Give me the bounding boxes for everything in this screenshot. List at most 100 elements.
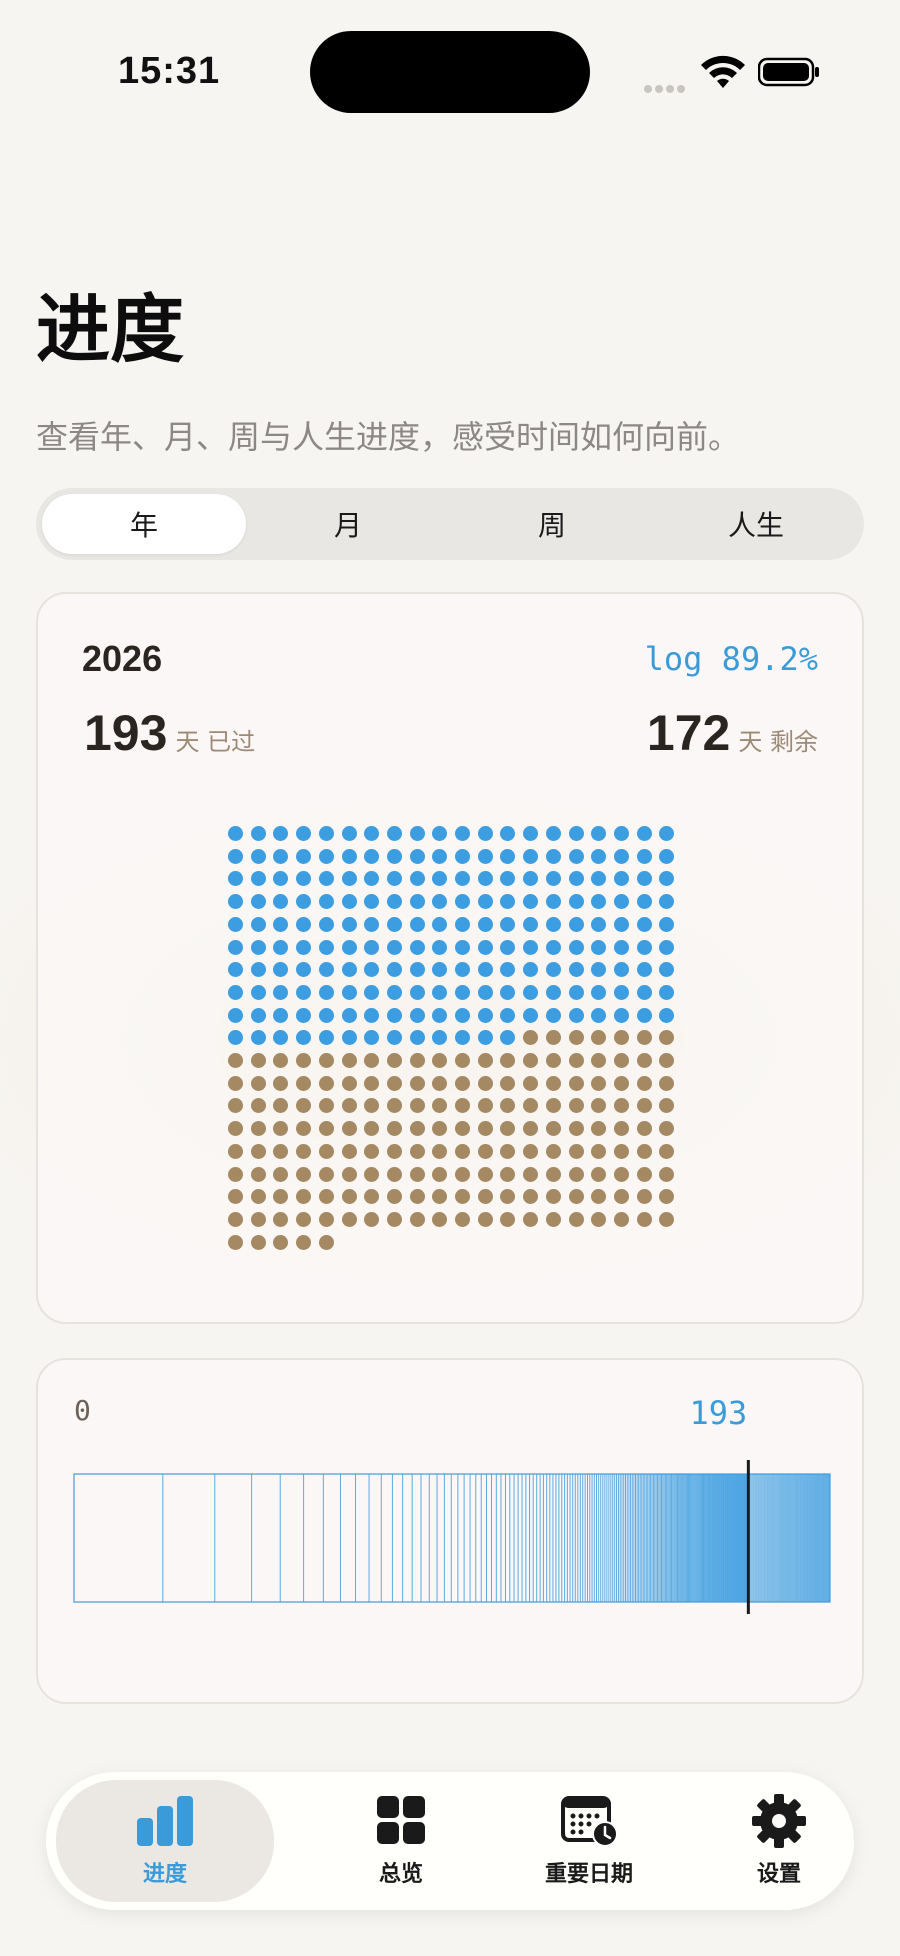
day-dot: [523, 984, 539, 1000]
day-dot: [613, 916, 629, 932]
day-dot: [364, 826, 380, 841]
day-dot: [296, 916, 312, 932]
year-progress-card: 2026 log 89.2% 193 天 已过 172 天 剩余: [36, 592, 864, 1324]
day-dot: [296, 984, 312, 1000]
tab-important-dates[interactable]: 重要日期: [494, 1780, 684, 1902]
cellular-signal-icon: [644, 78, 690, 93]
day-dot: [250, 1166, 266, 1182]
day-dot: [636, 894, 652, 910]
day-dot: [273, 1143, 289, 1159]
day-dot: [636, 1030, 652, 1046]
day-dot: [477, 916, 493, 932]
day-dot: [341, 916, 357, 932]
day-dot: [296, 962, 312, 978]
gear-icon: [752, 1794, 806, 1848]
day-dot: [386, 1121, 402, 1137]
segment-life[interactable]: 人生: [654, 494, 858, 554]
day-dot: [273, 1234, 289, 1250]
tab-bar: 进度 总览 重要日期 设置: [46, 1772, 854, 1910]
day-dot: [659, 871, 675, 887]
segment-year[interactable]: 年: [42, 494, 246, 554]
day-dot: [523, 1098, 539, 1114]
day-dot: [386, 1098, 402, 1114]
day-dot: [318, 1211, 334, 1227]
day-dot: [568, 1075, 584, 1091]
day-dot: [613, 1121, 629, 1137]
day-dot: [568, 1007, 584, 1023]
day-dot: [523, 1030, 539, 1046]
day-dot: [523, 826, 539, 841]
days-left-stat: 172 天 剩余: [647, 704, 818, 762]
day-dot: [409, 1098, 425, 1114]
day-dot: [523, 1211, 539, 1227]
day-dot: [273, 1007, 289, 1023]
day-dot: [477, 962, 493, 978]
day-dot: [432, 894, 448, 910]
day-dot: [318, 1007, 334, 1023]
day-dot: [591, 1166, 607, 1182]
day-dot: [432, 916, 448, 932]
day-dot: [636, 984, 652, 1000]
day-dot: [364, 848, 380, 864]
day-dot: [273, 826, 289, 841]
day-dot: [568, 1143, 584, 1159]
day-dot: [250, 1234, 266, 1250]
day-dot: [341, 1075, 357, 1091]
day-dot: [364, 1007, 380, 1023]
day-dot: [568, 826, 584, 841]
day-dot: [386, 916, 402, 932]
day-dot: [273, 1166, 289, 1182]
day-dot: [568, 1189, 584, 1205]
log-percent-label[interactable]: log 89.2%: [645, 640, 818, 678]
tab-settings[interactable]: 设置: [684, 1780, 874, 1902]
day-dot: [568, 848, 584, 864]
day-dot: [341, 826, 357, 841]
segment-week[interactable]: 周: [450, 494, 654, 554]
day-dot: [296, 1098, 312, 1114]
page-title: 进度: [36, 287, 184, 373]
day-dot: [545, 1075, 561, 1091]
day-dot: [432, 826, 448, 841]
days-passed-unit: 天 已过: [175, 728, 256, 756]
battery-icon: [758, 57, 819, 87]
day-dot: [318, 1166, 334, 1182]
day-dot: [250, 1053, 266, 1068]
day-dot: [659, 984, 675, 1000]
day-dot: [568, 984, 584, 1000]
day-dot: [455, 871, 470, 887]
day-dot: [273, 871, 289, 887]
day-dot: [364, 1166, 380, 1182]
day-dot: [636, 1075, 652, 1091]
day-dot: [409, 939, 425, 955]
day-dot: [273, 848, 289, 864]
day-dot: [455, 1053, 470, 1068]
day-dot: [545, 916, 561, 932]
day-dot: [250, 962, 266, 978]
day-dot: [613, 848, 629, 864]
day-dot: [477, 1143, 493, 1159]
day-dot: [273, 1189, 289, 1205]
tab-progress[interactable]: 进度: [56, 1780, 274, 1902]
day-dot: [500, 1121, 516, 1137]
day-dot: [318, 1189, 334, 1205]
day-dot: [432, 871, 448, 887]
day-dot: [318, 1053, 334, 1068]
tab-overview[interactable]: 总览: [306, 1780, 496, 1902]
day-dot: [477, 939, 493, 955]
day-dot: [591, 826, 607, 841]
day-dot: [545, 984, 561, 1000]
day-dot: [659, 1121, 675, 1137]
day-dot: [455, 1189, 470, 1205]
day-dot: [455, 826, 470, 841]
day-dot: [613, 1053, 629, 1068]
timeline-start-label: 0: [74, 1394, 91, 1427]
day-dot: [591, 894, 607, 910]
day-dot: [523, 916, 539, 932]
day-dot: [341, 1030, 357, 1046]
day-dot: [455, 1143, 470, 1159]
day-dot: [228, 1189, 243, 1205]
day-dot: [318, 916, 334, 932]
day-dot: [432, 962, 448, 978]
day-dot: [409, 962, 425, 978]
segment-month[interactable]: 月: [246, 494, 450, 554]
